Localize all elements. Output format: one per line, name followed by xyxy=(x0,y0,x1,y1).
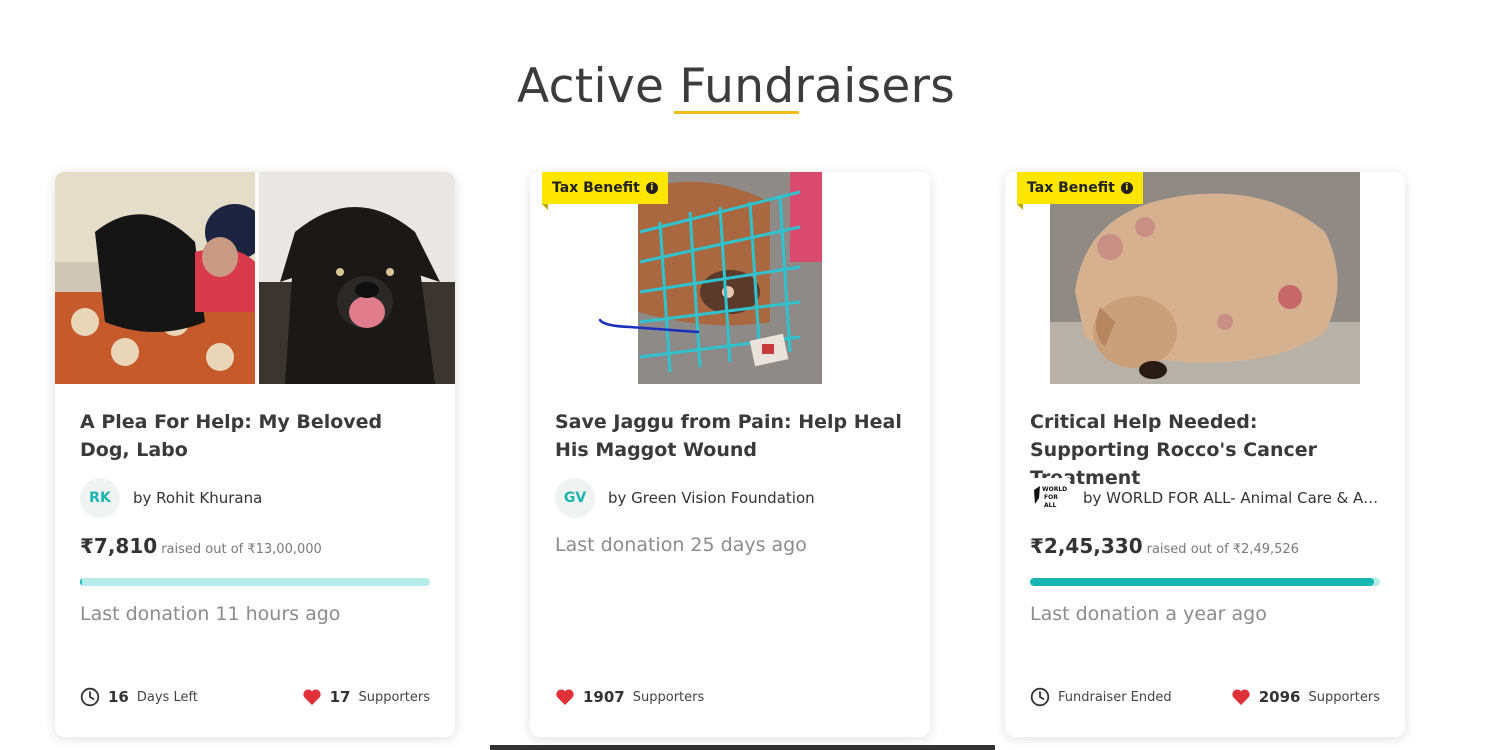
organizer[interactable]: WORLD FOR ALL by WORLD FOR ALL- Animal C… xyxy=(1030,478,1380,518)
progress-fill xyxy=(80,578,83,586)
progress-bar xyxy=(1030,578,1380,586)
page-title: Active Fundraisers xyxy=(517,59,955,115)
days-left-label: Days Left xyxy=(136,689,198,705)
world-for-all-logo: WORLD FOR ALL xyxy=(1032,482,1068,514)
supporters-count: 2096 xyxy=(1258,688,1301,706)
supporters-label: Supporters xyxy=(1308,689,1380,705)
organizer-avatar: RK xyxy=(80,478,120,518)
fundraiser-card[interactable]: Tax Benefit i Critical Help Needed: Supp… xyxy=(1005,172,1405,737)
last-donation: Last donation 11 hours ago xyxy=(80,603,341,625)
fundraiser-image[interactable]: Tax Benefit i xyxy=(1005,172,1405,384)
svg-text:WORLD: WORLD xyxy=(1042,486,1067,493)
supporters-count: 1907 xyxy=(583,688,625,706)
organizer-name: by Rohit Khurana xyxy=(133,489,263,507)
fundraiser-card[interactable]: Tax Benefit i Save Jaggu from Pain: Help… xyxy=(530,172,930,737)
tax-benefit-badge[interactable]: Tax Benefit i xyxy=(542,172,668,210)
fundraiser-image[interactable]: Tax Benefit i xyxy=(530,172,930,384)
heart-icon xyxy=(1232,689,1250,705)
supporters: 17 Supporters xyxy=(302,687,430,707)
tax-benefit-badge[interactable]: Tax Benefit i xyxy=(1017,172,1143,210)
last-donation: Last donation a year ago xyxy=(1030,603,1267,625)
days-left: 16 Days Left xyxy=(80,687,198,707)
supporters-count: 17 xyxy=(329,688,351,706)
goal-amount: raised out of ₹13,00,000 xyxy=(161,542,322,557)
supporters-label: Supporters xyxy=(632,689,705,705)
goal-amount: raised out of ₹2,49,526 xyxy=(1146,542,1299,557)
organizer[interactable]: RK by Rohit Khurana xyxy=(80,478,430,518)
supporters: 2096 Supporters xyxy=(1231,687,1380,707)
amount-row: ₹7,810 raised out of ₹13,00,000 xyxy=(80,534,322,558)
last-donation: Last donation 25 days ago xyxy=(555,534,807,556)
heart-icon xyxy=(302,689,321,705)
dog-photo xyxy=(55,172,455,384)
bottom-scrollbar[interactable] xyxy=(490,745,995,750)
svg-text:ALL: ALL xyxy=(1044,502,1056,509)
fundraiser-title[interactable]: A Plea For Help: My Beloved Dog, Labo xyxy=(80,408,430,464)
heart-icon xyxy=(556,689,574,705)
organizer-name: by Green Vision Foundation xyxy=(608,489,815,507)
info-icon[interactable]: i xyxy=(1120,182,1133,194)
raised-amount: ₹2,45,330 xyxy=(1030,534,1143,558)
supporters: 1907 Supporters xyxy=(555,687,704,707)
organizer[interactable]: GV by Green Vision Foundation xyxy=(555,478,905,518)
clock-icon xyxy=(80,687,100,707)
organizer-name: by WORLD FOR ALL- Animal Care & Ad… xyxy=(1083,489,1380,507)
amount-row: ₹2,45,330 raised out of ₹2,49,526 xyxy=(1030,534,1299,558)
progress-bar xyxy=(80,578,430,586)
info-icon[interactable]: i xyxy=(645,182,658,194)
tax-benefit-label: Tax Benefit xyxy=(1027,180,1115,196)
svg-text:FOR: FOR xyxy=(1044,494,1058,501)
fundraiser-image[interactable] xyxy=(55,172,455,384)
days-left-value: 16 xyxy=(108,688,129,706)
fundraiser-card[interactable]: A Plea For Help: My Beloved Dog, Labo RK… xyxy=(55,172,455,737)
raised-amount: ₹7,810 xyxy=(80,534,158,558)
tax-benefit-label: Tax Benefit xyxy=(552,180,640,196)
progress-fill xyxy=(1030,578,1375,586)
fundraiser-title[interactable]: Save Jaggu from Pain: Help Heal His Magg… xyxy=(555,408,905,464)
fundraiser-ended-label: Fundraiser Ended xyxy=(1058,689,1172,705)
clock-icon xyxy=(1030,687,1050,707)
fundraiser-status: Fundraiser Ended xyxy=(1030,687,1172,707)
organizer-logo: WORLD FOR ALL xyxy=(1030,478,1070,518)
supporters-label: Supporters xyxy=(358,689,430,705)
organizer-avatar: GV xyxy=(555,478,595,518)
title-underline xyxy=(674,111,799,114)
